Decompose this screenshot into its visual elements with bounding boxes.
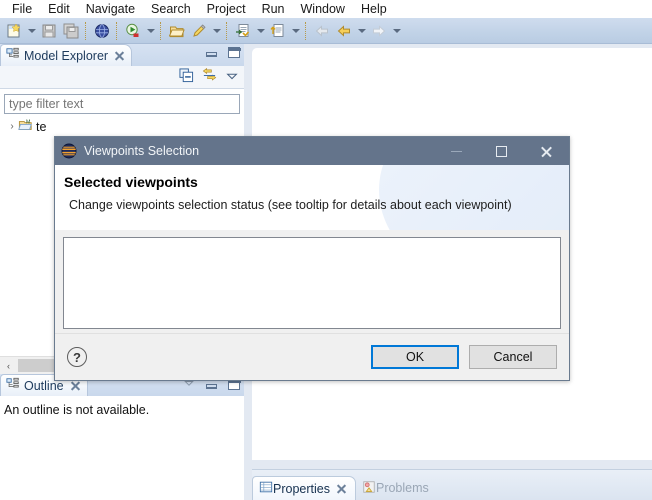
properties-icon — [259, 480, 273, 497]
save-icon[interactable] — [38, 20, 60, 42]
dialog-header: Selected viewpoints Change viewpoints se… — [55, 165, 569, 231]
close-icon[interactable] — [336, 483, 347, 494]
close-button[interactable] — [524, 137, 569, 165]
dialog-heading: Selected viewpoints — [64, 174, 198, 190]
toolbar-separator — [85, 21, 88, 40]
tree-item-label: te — [36, 119, 47, 134]
tab-model-explorer[interactable]: Model Explorer — [0, 44, 133, 66]
outline-icon — [6, 377, 20, 394]
model-explorer-tabbar: Model Explorer — [0, 44, 244, 66]
new-representation-dropdown-icon[interactable] — [254, 20, 267, 42]
maximize-button[interactable] — [479, 137, 524, 165]
chevron-right-icon[interactable]: › — [6, 121, 18, 132]
scroll-left-icon[interactable]: ‹ — [0, 357, 17, 374]
open-folder-icon[interactable] — [166, 20, 188, 42]
collapse-all-icon[interactable] — [179, 68, 194, 86]
tab-properties-label: Properties — [273, 481, 330, 496]
tab-problems[interactable]: Problems — [356, 476, 437, 500]
project-folder-icon: M — [18, 118, 33, 135]
new-wizard-dropdown-icon[interactable] — [25, 20, 38, 42]
menu-item-navigate[interactable]: Navigate — [78, 0, 143, 18]
toolbar-separator — [160, 21, 163, 40]
model-explorer-window-buttons — [206, 47, 241, 58]
tab-problems-label: Problems — [375, 481, 429, 495]
link-with-editor-icon[interactable] — [202, 67, 217, 86]
problems-icon — [362, 480, 376, 497]
pencil-dropdown-icon[interactable] — [210, 20, 223, 42]
outline-message: An outline is not available. — [4, 403, 150, 417]
outline-view: Outline An outline is not available. — [0, 374, 244, 500]
minimize-icon[interactable] — [206, 48, 217, 57]
toolbar-separator — [116, 21, 119, 40]
minimize-icon[interactable] — [206, 380, 217, 389]
pencil-edit-icon[interactable] — [188, 20, 210, 42]
toolbar-separator — [305, 21, 308, 40]
menu-bar: File Edit Navigate Search Project Run Wi… — [0, 0, 652, 18]
svg-text:M: M — [26, 119, 30, 125]
cancel-button[interactable]: Cancel — [469, 345, 557, 369]
tree-item-project[interactable]: › M te — [0, 117, 244, 136]
viewpoints-selection-dialog: Viewpoints Selection Selected viewpoints… — [54, 136, 570, 381]
model-explorer-icon — [6, 47, 20, 64]
save-all-icon[interactable] — [60, 20, 82, 42]
menu-item-file[interactable]: File — [4, 0, 40, 18]
filter-row — [0, 89, 244, 118]
close-icon — [540, 145, 553, 158]
ok-button[interactable]: OK — [371, 345, 459, 369]
run-icon[interactable] — [122, 20, 144, 42]
main-toolbar — [0, 18, 652, 44]
menu-item-search[interactable]: Search — [143, 0, 199, 18]
forward-icon — [368, 20, 390, 42]
dialog-body — [55, 230, 569, 334]
close-icon[interactable] — [70, 380, 81, 391]
export-icon[interactable] — [267, 20, 289, 42]
tab-model-explorer-label: Model Explorer — [24, 48, 109, 63]
menu-item-edit[interactable]: Edit — [40, 0, 78, 18]
menu-item-window[interactable]: Window — [293, 0, 353, 18]
export-dropdown-icon[interactable] — [289, 20, 302, 42]
run-dropdown-icon[interactable] — [144, 20, 157, 42]
toolbar-separator — [226, 21, 229, 40]
minimize-icon — [451, 150, 462, 152]
dialog-titlebar[interactable]: Viewpoints Selection — [55, 137, 569, 165]
model-explorer-toolbar — [0, 66, 244, 89]
maximize-icon[interactable] — [228, 47, 241, 58]
dialog-subheading: Change viewpoints selection status (see … — [69, 198, 512, 212]
viewpoint-globe-icon — [61, 143, 77, 159]
tab-properties[interactable]: Properties — [252, 476, 356, 500]
new-representation-icon[interactable] — [232, 20, 254, 42]
menu-item-help[interactable]: Help — [353, 0, 395, 18]
help-question-icon[interactable]: ? — [67, 347, 87, 367]
forward-dropdown-icon[interactable] — [390, 20, 403, 42]
search-input[interactable] — [4, 94, 240, 114]
dialog-button-group: OK Cancel — [371, 345, 557, 369]
menu-item-project[interactable]: Project — [199, 0, 254, 18]
dialog-footer: ? OK Cancel — [55, 333, 569, 380]
dialog-window-controls — [434, 137, 569, 165]
viewpoints-list[interactable] — [63, 237, 561, 329]
back-icon[interactable] — [333, 20, 355, 42]
maximize-icon — [496, 145, 507, 157]
back-grey-icon — [311, 20, 333, 42]
menu-item-run[interactable]: Run — [254, 0, 293, 18]
eclipse-workbench-window: File Edit Navigate Search Project Run Wi… — [0, 0, 652, 500]
bottom-view-tabbar: Properties Problems — [252, 469, 652, 500]
close-icon[interactable] — [114, 50, 125, 61]
new-wizard-icon[interactable] — [3, 20, 25, 42]
back-dropdown-icon[interactable] — [355, 20, 368, 42]
dialog-title: Viewpoints Selection — [84, 144, 200, 158]
minimize-button[interactable] — [434, 137, 479, 165]
globe-validate-icon[interactable] — [91, 20, 113, 42]
view-menu-chevron-icon[interactable] — [225, 69, 239, 86]
